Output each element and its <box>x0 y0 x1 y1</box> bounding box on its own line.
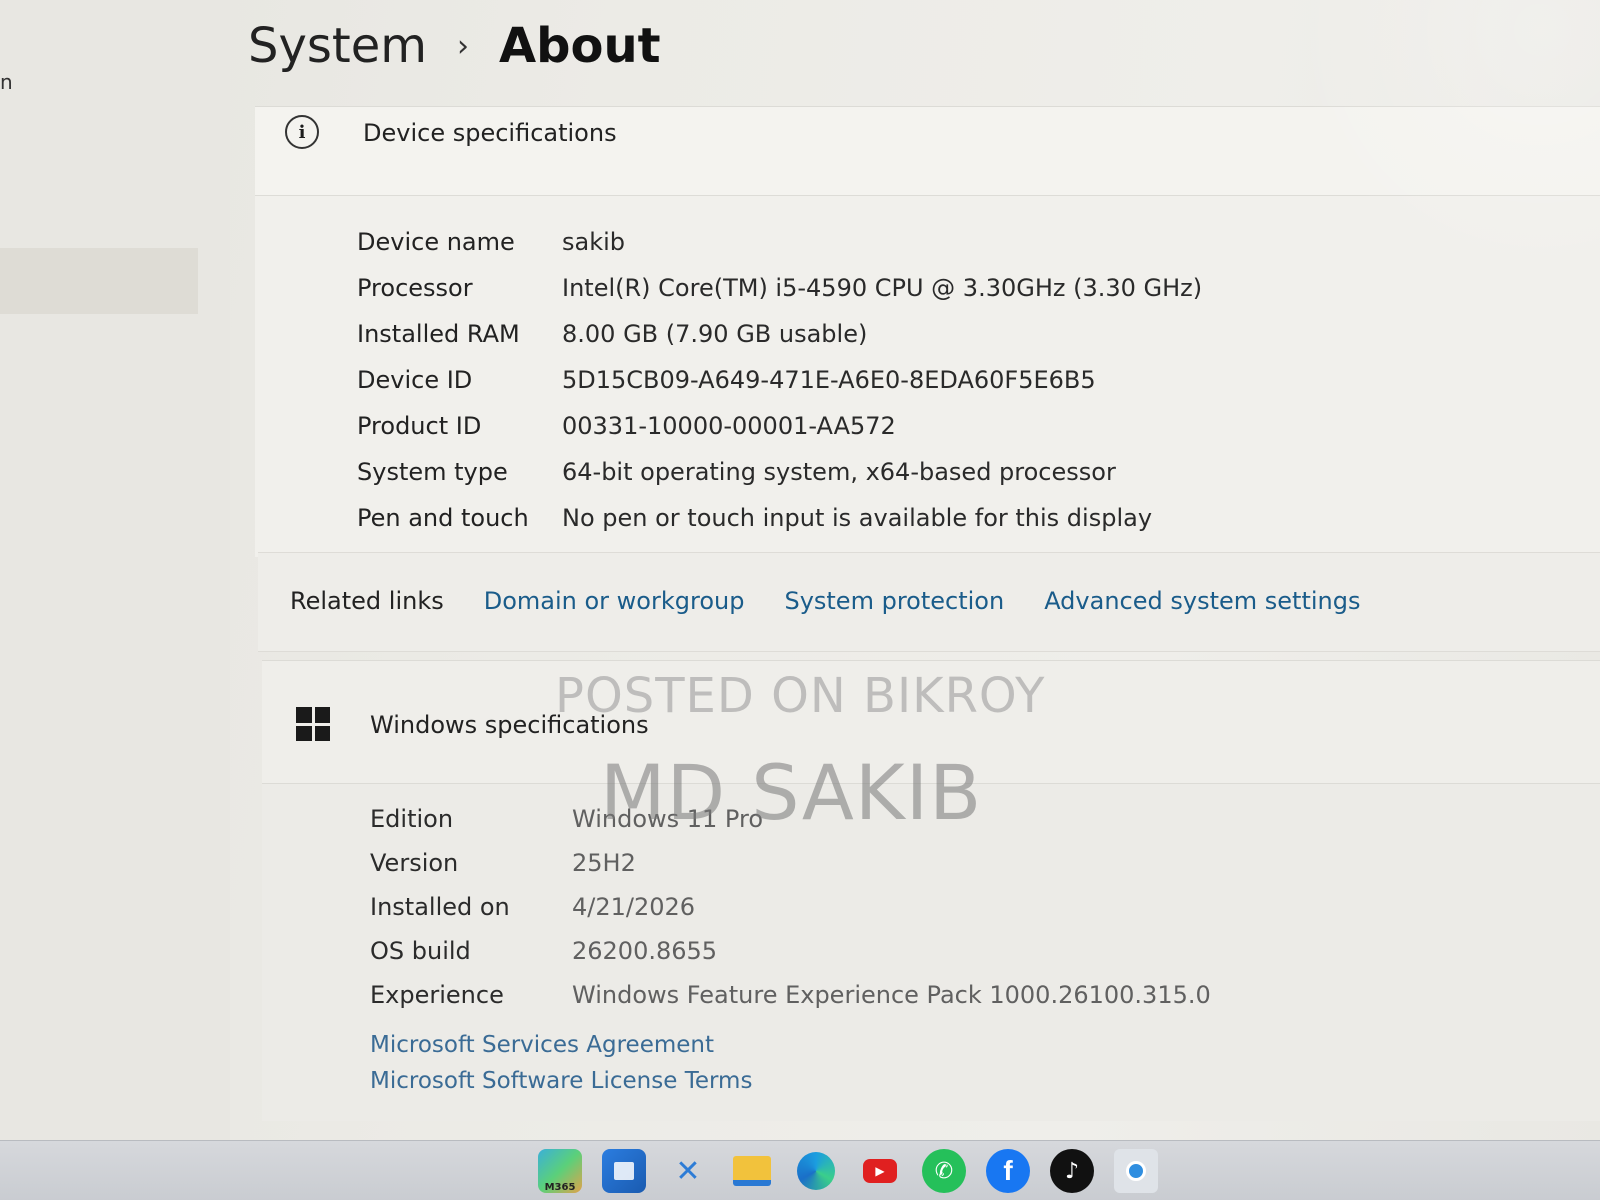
spec-label: Installed RAM <box>357 320 520 348</box>
spec-label: Pen and touch <box>357 504 529 532</box>
spec-value: Windows Feature Experience Pack 1000.261… <box>572 981 1211 1009</box>
spec-label: Version <box>370 849 459 877</box>
breadcrumb: System › About <box>248 18 661 74</box>
whatsapp-icon[interactable]: ✆ <box>922 1149 966 1193</box>
nav-cut-text: n <box>0 70 13 94</box>
facebook-icon[interactable]: f <box>986 1149 1030 1193</box>
microsoft-software-license-terms-link[interactable]: Microsoft Software License Terms <box>370 1063 752 1099</box>
spec-value: Windows 11 Pro <box>572 805 764 833</box>
domain-or-workgroup-link[interactable]: Domain or workgroup <box>484 587 745 615</box>
breadcrumb-system[interactable]: System <box>248 18 427 74</box>
tiktok-icon[interactable]: ♪ <box>1050 1149 1094 1193</box>
spec-row: Installed RAM 8.00 GB (7.90 GB usable) <box>357 311 1202 357</box>
advanced-system-settings-link[interactable]: Advanced system settings <box>1044 587 1360 615</box>
vscode-icon[interactable]: ✕ <box>666 1149 710 1193</box>
spec-row: Version 25H2 <box>370 841 1211 885</box>
spec-label: OS build <box>370 937 471 965</box>
spec-row: Edition Windows 11 Pro <box>370 797 1211 841</box>
spec-row: Product ID 00331-10000-00001-AA572 <box>357 403 1202 449</box>
spec-label: Experience <box>370 981 504 1009</box>
device-specifications-card: i Device specifications Device name saki… <box>255 106 1600 557</box>
device-specs-table: Device name sakib Processor Intel(R) Cor… <box>357 219 1202 541</box>
windows-specifications-title: Windows specifications <box>370 711 649 739</box>
microsoft-365-icon[interactable]: M365 <box>538 1149 582 1193</box>
microsoft-links: Microsoft Services Agreement Microsoft S… <box>370 1027 752 1099</box>
info-icon: i <box>285 115 319 149</box>
spec-value: 00331-10000-00001-AA572 <box>562 412 896 440</box>
spec-value: Intel(R) Core(TM) i5-4590 CPU @ 3.30GHz … <box>562 274 1203 302</box>
spec-row: Pen and touch No pen or touch input is a… <box>357 495 1202 541</box>
edge-icon[interactable] <box>794 1149 838 1193</box>
related-links-bar: Related links Domain or workgroup System… <box>258 552 1600 652</box>
spec-label: Product ID <box>357 412 482 440</box>
spec-value: 4/21/2026 <box>572 893 696 921</box>
windows-specifications-card: Windows specifications Edition Windows 1… <box>262 660 1600 1121</box>
start-icon[interactable] <box>474 1149 518 1193</box>
spec-value: 5D15CB09-A649-471E-A6E0-8EDA60F5E6B5 <box>562 366 1096 394</box>
system-protection-link[interactable]: System protection <box>784 587 1004 615</box>
taskbar: M365 ✕ ▶ ✆ f ♪ <box>0 1140 1600 1200</box>
windows-specs-table: Edition Windows 11 Pro Version 25H2 Inst… <box>370 797 1211 1017</box>
spec-row: Experience Windows Feature Experience Pa… <box>370 973 1211 1017</box>
windows-specifications-header[interactable]: Windows specifications <box>262 661 1600 784</box>
active-app-icon[interactable] <box>1114 1149 1158 1193</box>
chevron-right-icon: › <box>457 28 469 64</box>
spec-row: Installed on 4/21/2026 <box>370 885 1211 929</box>
windows-logo-icon <box>296 707 330 741</box>
spec-value: No pen or touch input is available for t… <box>562 504 1153 532</box>
spec-value: 25H2 <box>572 849 636 877</box>
spec-label: Processor <box>357 274 473 302</box>
spec-row: Device ID 5D15CB09-A649-471E-A6E0-8EDA60… <box>357 357 1202 403</box>
device-specifications-header[interactable]: i Device specifications <box>255 107 1600 196</box>
store-icon[interactable] <box>602 1149 646 1193</box>
taskbar-icons: M365 ✕ ▶ ✆ f ♪ <box>474 1149 1158 1193</box>
screen: n System › About i Device specifications… <box>0 0 1600 1200</box>
spec-label: Device name <box>357 228 515 256</box>
spec-row: OS build 26200.8655 <box>370 929 1211 973</box>
related-links-row: Related links Domain or workgroup System… <box>290 587 1360 615</box>
microsoft-365-label: M365 <box>544 1182 576 1193</box>
spec-row: System type 64-bit operating system, x64… <box>357 449 1202 495</box>
spec-row: Device name sakib <box>357 219 1202 265</box>
spec-row: Processor Intel(R) Core(TM) i5-4590 CPU … <box>357 265 1202 311</box>
related-links-label: Related links <box>290 587 444 615</box>
spec-label: System type <box>357 458 508 486</box>
file-explorer-icon[interactable] <box>730 1149 774 1193</box>
microsoft-services-agreement-link[interactable]: Microsoft Services Agreement <box>370 1027 752 1063</box>
spec-value: 8.00 GB (7.90 GB usable) <box>562 320 868 348</box>
spec-label: Edition <box>370 805 454 833</box>
spec-value: 26200.8655 <box>572 937 718 965</box>
spec-label: Device ID <box>357 366 473 394</box>
page-title: About <box>499 18 661 74</box>
spec-label: Installed on <box>370 893 510 921</box>
device-specifications-title: Device specifications <box>363 119 617 147</box>
youtube-icon[interactable]: ▶ <box>858 1149 902 1193</box>
spec-value: sakib <box>562 228 626 256</box>
spec-value: 64-bit operating system, x64-based proce… <box>562 458 1116 486</box>
settings-nav-panel: n <box>0 0 230 1140</box>
nav-selected-item[interactable] <box>0 248 198 314</box>
